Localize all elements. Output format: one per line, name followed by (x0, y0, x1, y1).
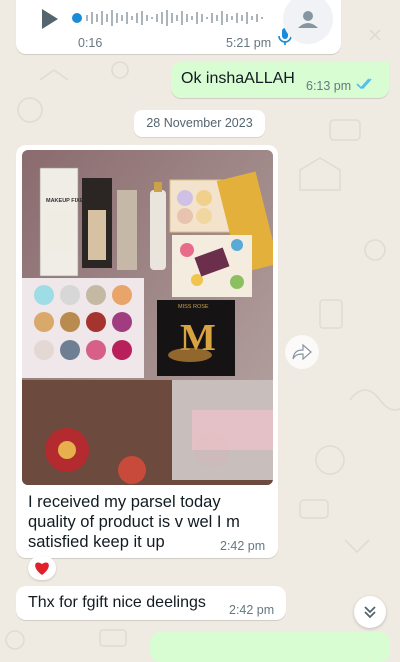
scroll-to-bottom-button[interactable] (354, 596, 386, 628)
forward-icon (292, 344, 312, 360)
image-message-time: 2:42 pm (220, 539, 266, 553)
forward-button[interactable] (285, 335, 319, 369)
outgoing-message-time: 6:13 pm (306, 79, 352, 93)
makeup-fixer-label: MAKEUP FIXER (46, 198, 87, 204)
photo-drawing: MAKEUP FIXER MISS ROSE M (22, 150, 273, 485)
next-outgoing-bubble[interactable] (150, 632, 390, 662)
incoming-message-text: Thx for fgift nice deelings (28, 594, 206, 611)
reaction-badge[interactable] (28, 556, 56, 580)
person-icon (298, 11, 318, 28)
product-photo[interactable]: MAKEUP FIXER MISS ROSE M (22, 150, 273, 485)
double-chevron-down-icon (364, 606, 376, 619)
voice-message-time: 5:21 pm (226, 36, 272, 50)
date-separator: 28 November 2023 (134, 110, 265, 137)
incoming-message-time: 2:42 pm (229, 603, 275, 617)
heart-icon (35, 562, 49, 575)
play-icon[interactable] (37, 7, 61, 31)
voice-duration: 0:16 (78, 36, 103, 50)
double-check-icon (356, 78, 372, 90)
outgoing-message-text: Ok inshaALLAH (181, 70, 295, 87)
brand-label: MISS ROSE (178, 304, 209, 310)
sender-avatar[interactable] (283, 0, 333, 44)
audio-waveform[interactable] (72, 8, 272, 28)
